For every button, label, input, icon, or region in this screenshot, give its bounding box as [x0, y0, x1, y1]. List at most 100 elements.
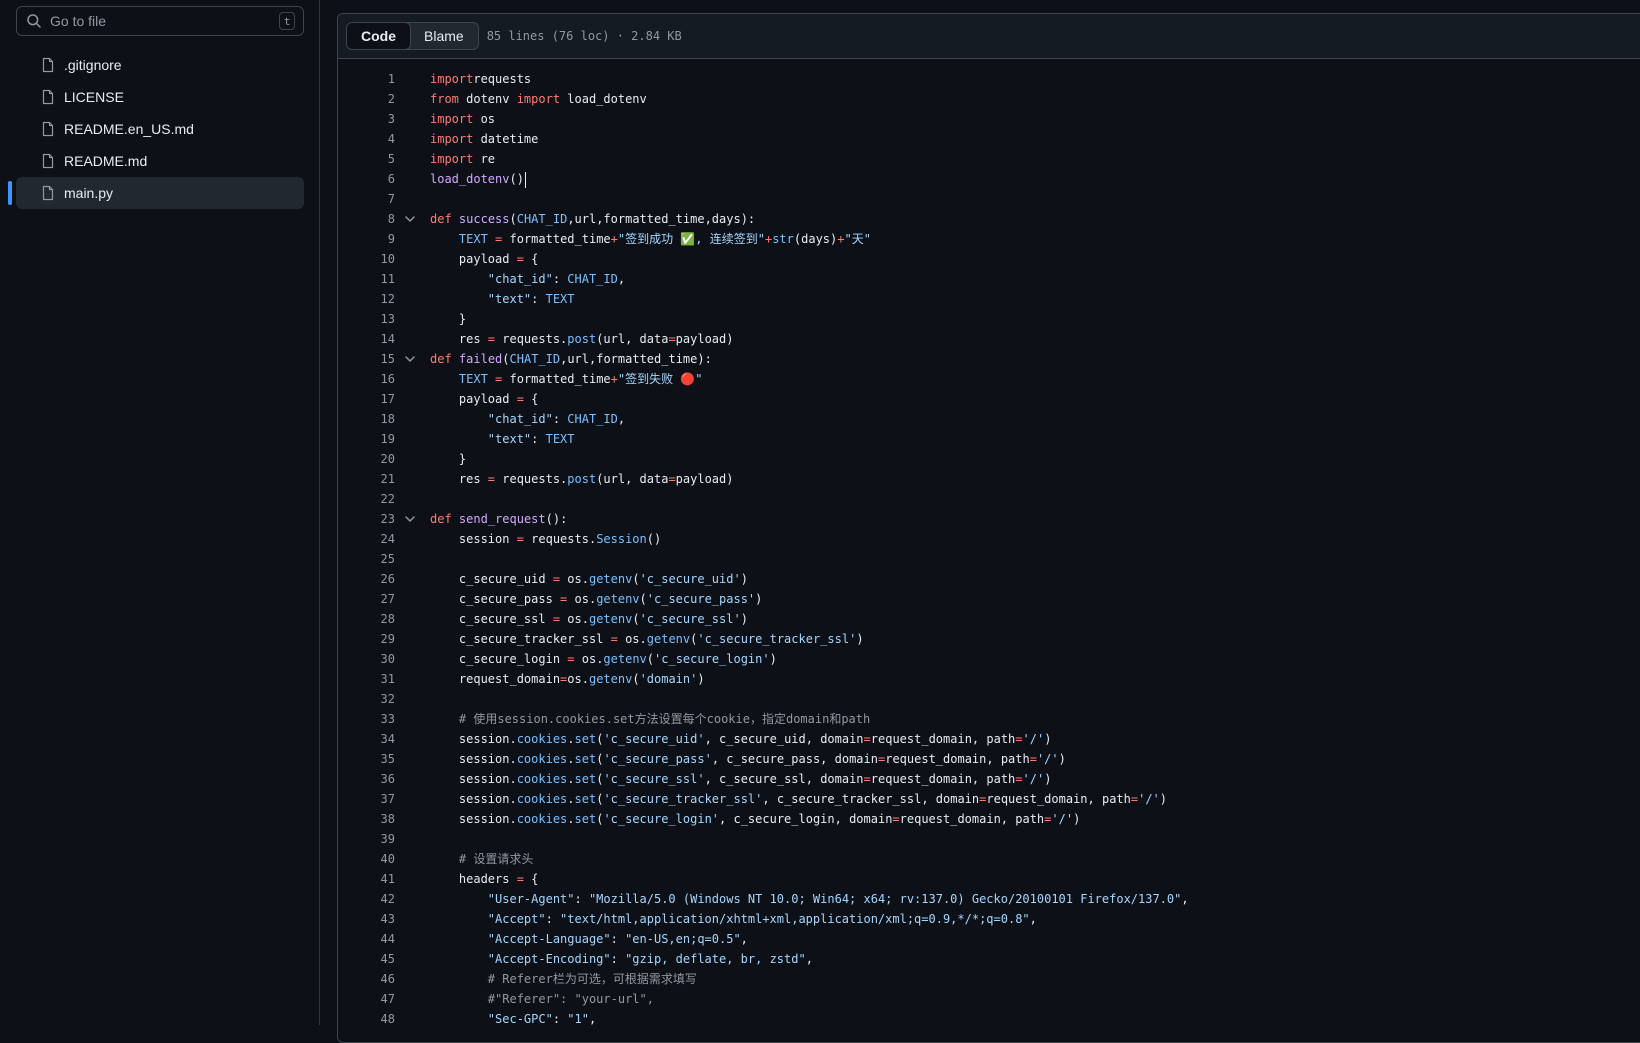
- line-number[interactable]: 39: [338, 829, 395, 849]
- line-number[interactable]: 48: [338, 1009, 395, 1029]
- code-token: =: [487, 472, 496, 486]
- code-token: :: [610, 952, 626, 966]
- line-number[interactable]: 29: [338, 629, 395, 649]
- line-number[interactable]: 28: [338, 609, 395, 629]
- code-text: "User-Agent": "Mozilla/5.0 (Windows NT 1…: [430, 889, 1189, 909]
- line-number[interactable]: 36: [338, 769, 395, 789]
- line-number[interactable]: 38: [338, 809, 395, 829]
- code-token: (: [509, 212, 517, 226]
- line-number[interactable]: 45: [338, 949, 395, 969]
- code-token: =: [668, 332, 676, 346]
- code-token: (url, data: [596, 472, 669, 486]
- line-number[interactable]: 41: [338, 869, 395, 889]
- code-token: session.: [430, 752, 517, 766]
- line-number[interactable]: 46: [338, 969, 395, 989]
- line-number[interactable]: 21: [338, 469, 395, 489]
- file-item[interactable]: .gitignore: [16, 49, 304, 81]
- line-number[interactable]: 10: [338, 249, 395, 269]
- line-number[interactable]: 44: [338, 929, 395, 949]
- code-token: res: [430, 332, 488, 346]
- line-number[interactable]: 20: [338, 449, 395, 469]
- code-block[interactable]: 1 importrequests 2 from dotenv import load_…: [338, 69, 1640, 1029]
- line-number[interactable]: 2: [338, 89, 395, 109]
- line-number[interactable]: 47: [338, 989, 395, 1009]
- line-number[interactable]: 19: [338, 429, 395, 449]
- line-number[interactable]: 3: [338, 109, 395, 129]
- code-token: c_secure_login: [430, 652, 568, 666]
- code-token: (: [646, 652, 655, 666]
- code-line: 47 #"Referer": "your-url",: [338, 989, 1640, 1009]
- line-number[interactable]: 18: [338, 409, 395, 429]
- line-number[interactable]: 40: [338, 849, 395, 869]
- line-number[interactable]: 32: [338, 689, 395, 709]
- line-number[interactable]: 42: [338, 889, 395, 909]
- line-number[interactable]: 27: [338, 589, 395, 609]
- chevron-down-icon[interactable]: [402, 351, 418, 367]
- tab-code[interactable]: Code: [346, 23, 411, 49]
- line-number[interactable]: 8: [338, 209, 395, 229]
- line-number[interactable]: 26: [338, 569, 395, 589]
- line-number[interactable]: 31: [338, 669, 395, 689]
- code-token: "text": [487, 432, 532, 446]
- code-token: request_domain, path: [986, 792, 1131, 806]
- line-number[interactable]: 24: [338, 529, 395, 549]
- code-line: 34 session.cookies.set('c_secure_uid', c…: [338, 729, 1640, 749]
- code-token: =: [610, 632, 618, 646]
- line-number[interactable]: 1: [338, 69, 395, 89]
- code-token: {: [523, 872, 539, 886]
- code-line: 20 }: [338, 449, 1640, 469]
- line-number[interactable]: 15: [338, 349, 395, 369]
- line-number[interactable]: 34: [338, 729, 395, 749]
- line-number[interactable]: 37: [338, 789, 395, 809]
- code-token: os.: [567, 672, 589, 686]
- code-line: 35 session.cookies.set('c_secure_pass', …: [338, 749, 1640, 769]
- code-text: from dotenv import load_dotenv: [430, 89, 647, 109]
- line-number[interactable]: 7: [338, 189, 395, 209]
- code-token: '/': [1036, 752, 1059, 766]
- code-line: 17 payload = {: [338, 389, 1640, 409]
- code-line: 46 # Referer栏为可选，可根据需求填写: [338, 969, 1640, 989]
- line-number[interactable]: 9: [338, 229, 395, 249]
- file-item[interactable]: README.md: [16, 145, 304, 177]
- code-line: 31 request_domain=os.getenv('domain'): [338, 669, 1640, 689]
- code-token: ): [856, 632, 864, 646]
- code-token: TEXT: [458, 232, 488, 246]
- line-number[interactable]: 43: [338, 909, 395, 929]
- code-text: session.cookies.set('c_secure_login', c_…: [430, 809, 1080, 829]
- line-number[interactable]: 23: [338, 509, 395, 529]
- code-token: ,: [805, 952, 813, 966]
- file-item[interactable]: README.en_US.md: [16, 113, 304, 145]
- go-to-file-search[interactable]: Go to file t: [16, 6, 304, 36]
- code-text: # 使用session.cookies.set方法设置每个cookie，指定do…: [430, 709, 870, 729]
- line-number[interactable]: 12: [338, 289, 395, 309]
- file-item[interactable]: main.py: [8, 177, 304, 209]
- code-token: =: [1029, 752, 1037, 766]
- line-number[interactable]: 11: [338, 269, 395, 289]
- code-token: .: [567, 772, 575, 786]
- tab-blame[interactable]: Blame: [410, 23, 478, 49]
- code-token: =: [1015, 772, 1023, 786]
- code-token: ,url,formatted_time,days):: [567, 212, 756, 226]
- line-number[interactable]: 17: [338, 389, 395, 409]
- line-number[interactable]: 4: [338, 129, 395, 149]
- code-token: request_domain, path: [885, 752, 1030, 766]
- code-token: (: [632, 612, 640, 626]
- file-item[interactable]: LICENSE: [16, 81, 304, 113]
- line-number[interactable]: 6: [338, 169, 395, 189]
- line-number[interactable]: 33: [338, 709, 395, 729]
- code-text: c_secure_pass = os.getenv('c_secure_pass…: [430, 589, 763, 609]
- line-number[interactable]: 30: [338, 649, 395, 669]
- code-line: 43 "Accept": "text/html,application/xhtm…: [338, 909, 1640, 929]
- chevron-down-icon[interactable]: [402, 511, 418, 527]
- line-number[interactable]: 25: [338, 549, 395, 569]
- line-number[interactable]: 5: [338, 149, 395, 169]
- line-number[interactable]: 16: [338, 369, 395, 389]
- code-text: }: [430, 449, 466, 469]
- line-number[interactable]: 14: [338, 329, 395, 349]
- code-token: "Mozilla/5.0 (Windows NT 10.0; Win64; x6…: [588, 892, 1182, 906]
- line-number[interactable]: 13: [338, 309, 395, 329]
- line-number[interactable]: 22: [338, 489, 395, 509]
- chevron-down-icon[interactable]: [402, 211, 418, 227]
- line-number[interactable]: 35: [338, 749, 395, 769]
